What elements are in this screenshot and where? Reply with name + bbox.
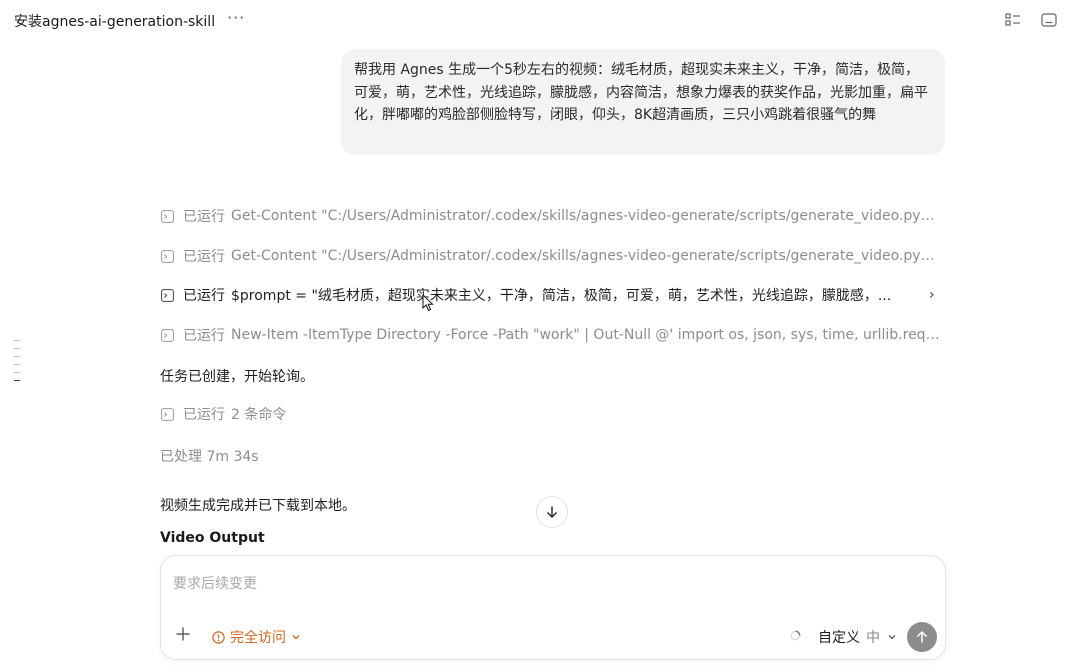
task-created-text: 任务已创建，开始轮询。 (160, 369, 314, 385)
terminal-icon (161, 328, 174, 342)
chevron-right-icon[interactable]: › (929, 287, 941, 303)
command-step-4[interactable]: 已运行 New-Item -ItemType Directory -Force … (161, 324, 941, 346)
loading-spinner-icon (790, 630, 801, 641)
thread-title: 安装agnes-ai-generation-skill (14, 14, 216, 30)
step-command: $prompt = "绒毛材质，超现实未来主义，干净，简洁，极简，可爱，萌，艺术… (231, 288, 892, 304)
step-label: 已运行 (183, 249, 225, 265)
plus-icon[interactable] (175, 626, 191, 642)
completion-text: 视频生成完成并已下载到本地。 (160, 498, 356, 514)
more-options-button[interactable]: ··· (227, 8, 245, 27)
send-button[interactable] (907, 622, 937, 652)
conversation-minimap[interactable] (14, 340, 20, 388)
terminal-icon (161, 249, 174, 263)
video-output-heading: Video Output (160, 530, 265, 546)
command-step-2[interactable]: 已运行 Get-Content "C:/Users/Administrator/… (161, 245, 941, 267)
chevron-down-icon (888, 635, 896, 640)
model-selector[interactable]: 自定义 中 (818, 627, 897, 647)
step-label: 已运行 (183, 288, 225, 304)
scroll-to-bottom-button[interactable] (536, 496, 568, 528)
command-step-3[interactable]: 已运行 $prompt = "绒毛材质，超现实未来主义，干净，简洁，极简，可爱，… (161, 284, 941, 306)
mouse-cursor-icon (422, 294, 434, 312)
arrow-up-icon (916, 630, 928, 643)
terminal-panel-icon[interactable] (1040, 11, 1058, 29)
step-label: 已运行 (183, 209, 225, 225)
step-command: Get-Content "C:/Users/Administrator/.cod… (231, 248, 941, 264)
reasoning-level: 中 (866, 630, 880, 646)
step-label: 已运行 (183, 407, 225, 423)
header: 安装agnes-ai-generation-skill ··· (0, 0, 1079, 40)
processed-time: 已处理 7m 34s (160, 449, 259, 465)
step-command: New-Item -ItemType Directory -Force -Pat… (231, 327, 941, 343)
step-label: 已运行 (183, 328, 225, 344)
access-mode-dropdown[interactable]: 完全访问 (212, 627, 306, 647)
warning-icon (212, 630, 225, 644)
composer[interactable]: 要求后续变更 完全访问 自定义 中 (160, 555, 946, 660)
step-command: Get-Content "C:/Users/Administrator/.cod… (231, 208, 941, 224)
terminal-icon (161, 288, 174, 302)
prompt-input[interactable]: 要求后续变更 (173, 573, 257, 593)
command-step-1[interactable]: 已运行 Get-Content "C:/Users/Administrator/… (161, 205, 941, 227)
checklist-icon[interactable] (1004, 11, 1022, 29)
arrow-down-icon (547, 506, 557, 518)
access-mode-label: 完全访问 (230, 630, 286, 646)
chevron-down-icon (292, 635, 300, 640)
ran-commands-summary[interactable]: 已运行 2 条命令 (161, 403, 941, 425)
command-count: 2 条命令 (231, 407, 287, 423)
model-label: 自定义 (818, 630, 860, 646)
user-message: 帮我用 Agnes 生成一个5秒左右的视频：绒毛材质，超现实未来主义，干净，简洁… (341, 49, 945, 155)
terminal-icon (161, 407, 174, 421)
terminal-icon (161, 209, 174, 223)
